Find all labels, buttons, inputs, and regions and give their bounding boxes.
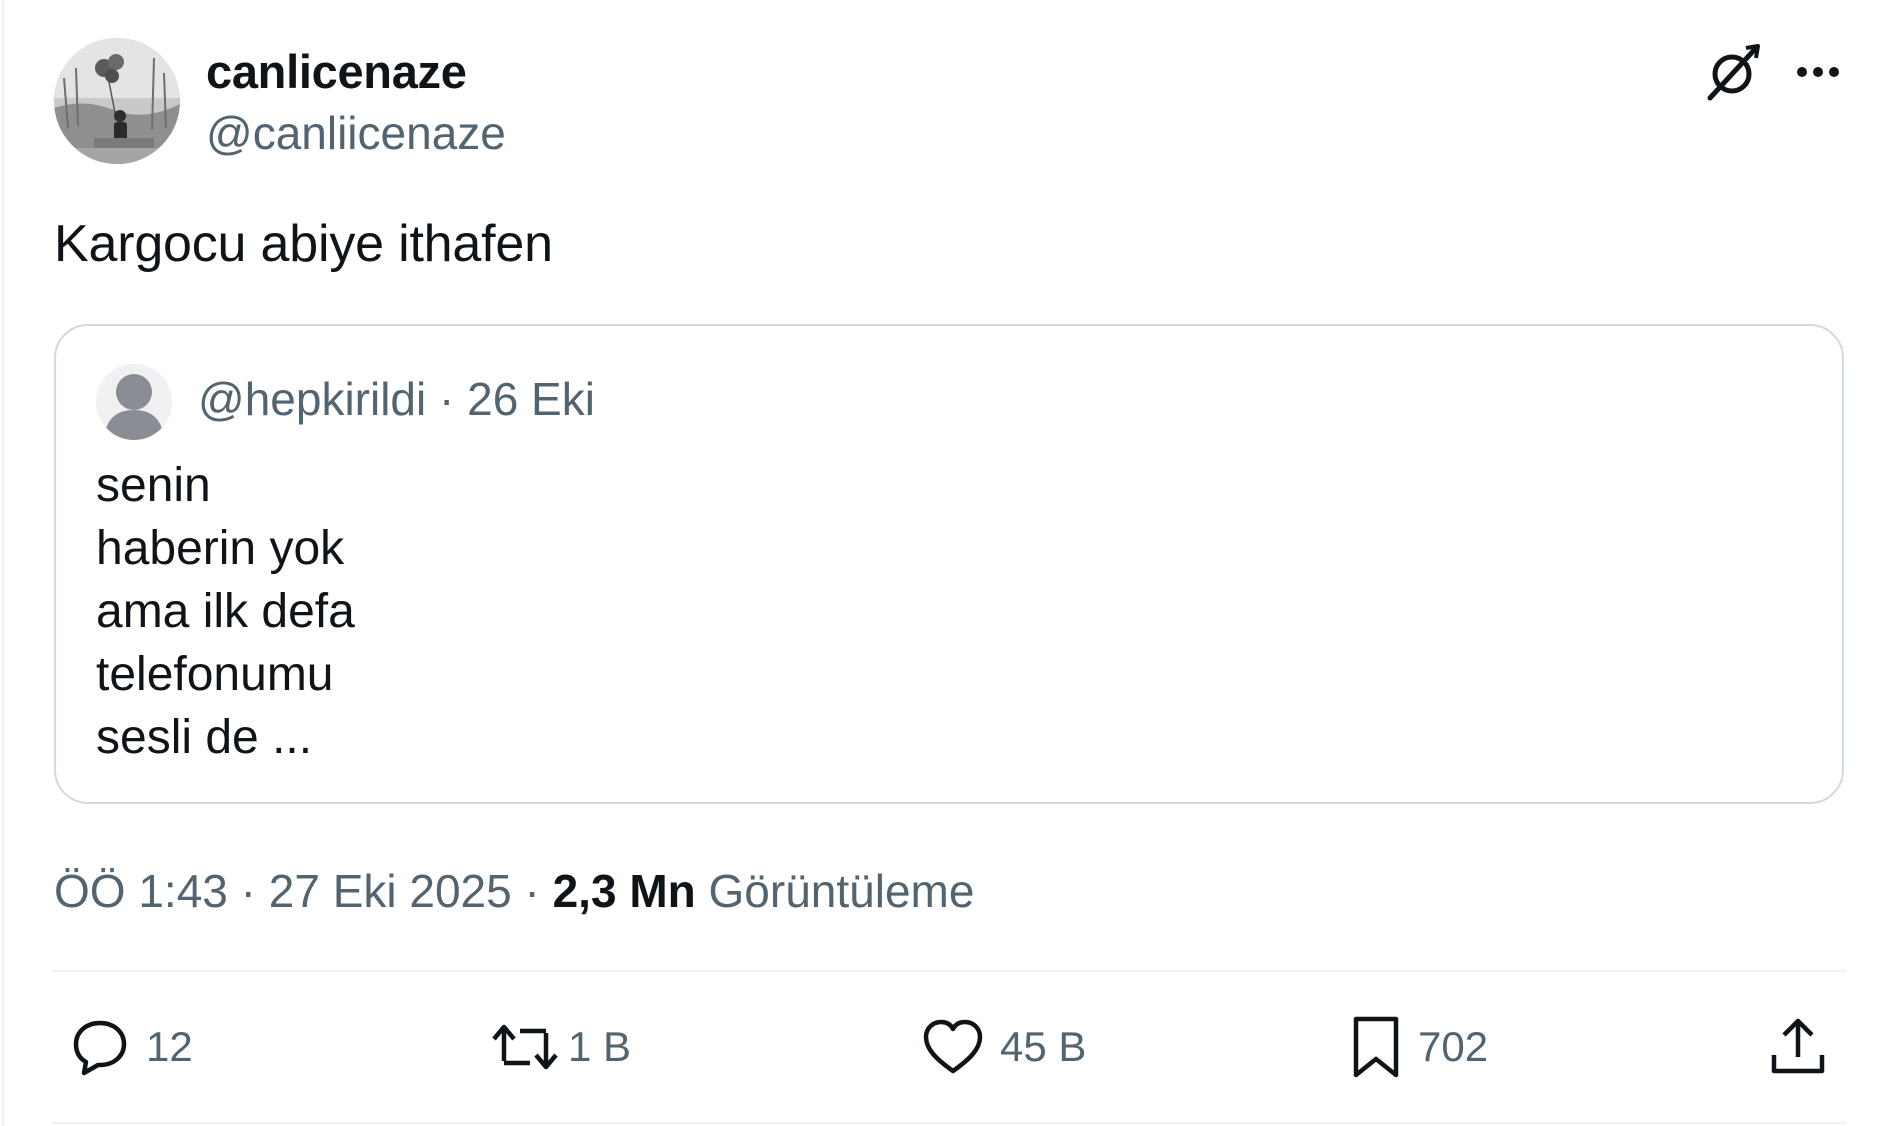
like-button[interactable]: 45 B	[920, 1012, 1086, 1082]
reply-icon	[73, 1020, 127, 1076]
share-button[interactable]	[1766, 1012, 1830, 1082]
reply-button[interactable]: 12	[68, 1012, 193, 1082]
tweet-page: canlicenaze @canliicenaze Kargocu abiye …	[0, 0, 1888, 1126]
views-label: Görüntüleme	[708, 865, 975, 917]
author-display-name[interactable]: canlicenaze	[206, 44, 467, 99]
quoted-text: senin haberin yok ama ilk defa telefonum…	[96, 454, 355, 769]
bookmark-button[interactable]: 702	[1348, 1012, 1488, 1082]
quoted-text-line: telefonumu	[96, 648, 334, 701]
views-count: 2,3 Mn	[552, 865, 696, 917]
divider-bottom	[52, 1122, 1846, 1124]
tweet-timestamp-row: ÖÖ 1:43 · 27 Eki 2025 · 2,3 Mn Görüntüle…	[54, 864, 974, 918]
timeline-border	[2, 0, 4, 1126]
repost-button[interactable]: 1 B	[490, 1012, 631, 1082]
like-count: 45 B	[1000, 1023, 1087, 1070]
repost-icon	[492, 1024, 558, 1070]
quoted-avatar[interactable]	[96, 364, 172, 440]
quoted-tweet-card[interactable]: @hepkirildi · 26 Eki senin haberin yok a…	[54, 324, 1844, 804]
author-avatar[interactable]	[54, 38, 180, 164]
bookmark-icon	[1353, 1016, 1399, 1078]
more-options-icon[interactable]	[1786, 44, 1850, 100]
heart-icon	[923, 1019, 983, 1074]
share-icon	[1771, 1018, 1825, 1074]
tweet-timestamp[interactable]: ÖÖ 1:43 · 27 Eki 2025 ·	[54, 865, 553, 917]
reply-count: 12	[146, 1023, 193, 1070]
quoted-date: · 26 Eki	[426, 373, 595, 425]
quoted-text-line: senin	[96, 459, 211, 512]
quoted-text-line: haberin yok	[96, 522, 345, 575]
quoted-text-line: sesli de ...	[96, 711, 313, 764]
quoted-meta: @hepkirildi · 26 Eki	[198, 372, 595, 426]
bookmark-count: 702	[1418, 1023, 1489, 1070]
quoted-text-line: ama ilk defa	[96, 585, 355, 638]
repost-count: 1 B	[568, 1023, 632, 1070]
quoted-handle[interactable]: @hepkirildi	[198, 373, 426, 425]
tweet-text: Kargocu abiye ithafen	[54, 215, 553, 273]
grok-icon[interactable]	[1700, 40, 1764, 104]
divider	[52, 970, 1846, 972]
author-handle[interactable]: @canliicenaze	[206, 106, 506, 160]
